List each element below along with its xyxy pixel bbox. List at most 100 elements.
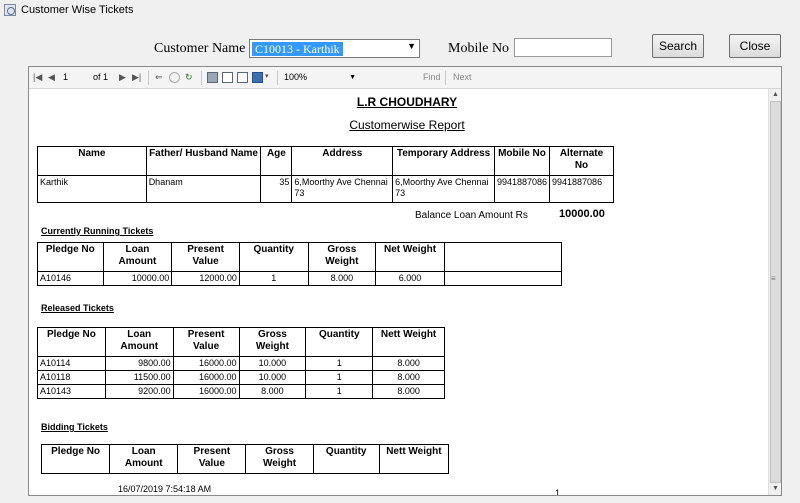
column-header: Nett Weight [378,444,450,474]
table-cell: 6,Moorthy Ave Chennai 73 [291,175,394,203]
table-cell: 8.000 [372,356,445,371]
chevron-down-icon[interactable]: ▼ [407,41,416,51]
mobile-label: Mobile No [448,41,510,56]
report-subtitle: Customerwise Report [349,118,465,132]
column-header: Net Weight [375,242,445,272]
table-row: A10143 9200.00 16000.00 8.000 1 8.000 [37,384,445,399]
last-page-icon[interactable]: ▶| [132,72,141,83]
table-cell: 1 [305,384,374,399]
refresh-icon[interactable]: ↻ [185,72,193,83]
column-header: Pledge No [40,444,111,474]
table-cell: 1 [305,370,374,385]
running-tickets-table: Pledge No Loan Amount Present Value Quan… [37,242,563,286]
table-row: Karthik Dhanam 35 6,Moorthy Ave Chennai … [37,175,614,203]
column-header: Father/ Husband Name [145,146,262,176]
page-setup-icon[interactable] [237,72,248,83]
scroll-down-icon[interactable]: ▼ [769,483,781,495]
table-cell: 16000.00 [172,384,240,399]
column-header: Mobile No [493,146,551,176]
column-header: Pledge No [37,327,106,357]
table-cell: 1 [238,271,309,286]
column-header: Name [37,146,147,176]
table-header-row: Name Father/ Husband Name Age Address Te… [37,146,614,176]
bidding-tickets-heading: Bidding Tickets [41,422,108,432]
table-cell: Dhanam [145,175,262,203]
search-button[interactable]: Search [652,34,704,58]
table-cell: 12000.00 [171,271,240,286]
column-header: Pledge No [37,242,104,272]
column-header: Gross Weight [238,327,307,357]
scroll-thumb[interactable] [770,101,781,483]
prev-page-icon[interactable]: ◀ [48,72,55,83]
column-header: Present Value [171,242,240,272]
print-layout-icon[interactable] [222,72,233,83]
window-titlebar: Customer Wise Tickets [0,0,800,20]
page-number-input[interactable]: 1 [63,71,85,84]
report-page: L.R CHOUDHARY Customerwise Report Name F… [29,89,767,495]
column-header: Loan Amount [109,444,179,474]
stop-icon[interactable] [169,72,180,83]
next-link[interactable]: Next [453,72,472,82]
report-toolbar: |◀ ◀ 1 of 1 ▶ ▶| ⇐ ↻ ▾ 100% ▼ Find Next [29,67,781,89]
table-cell: 8.000 [372,384,445,399]
report-viewer: |◀ ◀ 1 of 1 ▶ ▶| ⇐ ↻ ▾ 100% ▼ Find Next … [28,66,782,496]
export-icon[interactable] [252,72,263,83]
column-header [443,242,563,272]
column-header: Present Value [172,327,240,357]
back-icon[interactable]: ⇐ [155,72,163,83]
company-name: L.R CHOUDHARY [356,95,458,109]
close-button[interactable]: Close [729,34,781,58]
table-cell: 9800.00 [104,356,174,371]
table-cell: A10118 [37,370,106,385]
running-tickets-heading: Currently Running Tickets [41,226,154,236]
table-cell: A10146 [37,271,104,286]
column-header: Alternate No [549,146,614,176]
grip-icon: ≡ [771,274,776,283]
table-cell: 9941887086 [493,175,551,203]
table-row: A10118 11500.00 16000.00 10.000 1 8.000 [37,370,445,385]
first-page-icon[interactable]: |◀ [33,72,42,83]
table-cell: 11500.00 [104,370,174,385]
released-tickets-table: Pledge No Loan Amount Present Value Gros… [37,327,445,399]
find-link[interactable]: Find [423,72,441,82]
table-cell: 8.000 [238,384,307,399]
report-page-number: 1 [555,488,561,496]
table-cell: 10.000 [238,356,307,371]
mobile-input[interactable] [514,38,612,57]
table-cell: 10000.00 [102,271,173,286]
next-page-icon[interactable]: ▶ [119,72,126,83]
report-timestamp: 16/07/2019 7:54:18 AM [118,484,212,494]
table-cell: 8.000 [307,271,377,286]
zoom-select[interactable]: 100% ▼ [284,71,358,84]
table-cell: 6,Moorthy Ave Chennai 73 [392,175,495,203]
print-icon[interactable] [207,72,218,83]
table-cell: A10143 [37,384,106,399]
customer-select[interactable]: C10013 - Karthik ▼ [249,39,420,58]
customer-name-label: Customer Name [154,41,246,56]
column-header: Loan Amount [104,327,174,357]
customer-selected-value: C10013 - Karthik [252,42,343,56]
table-cell: 16000.00 [172,356,240,371]
vertical-scrollbar[interactable]: ▲ ≡ ▼ [768,89,781,495]
table-cell: 6.000 [375,271,445,286]
table-cell: 35 [260,175,293,203]
table-header-row: Pledge No Loan Amount Present Value Gros… [37,327,445,357]
table-row: A10146 10000.00 12000.00 1 8.000 6.000 [37,271,563,286]
released-tickets-heading: Released Tickets [41,303,114,313]
table-cell: 9200.00 [104,384,174,399]
table-header-row: Pledge No Loan Amount Present Value Quan… [37,242,563,272]
table-header-row: Pledge No Loan Amount Present Value Gros… [40,444,450,474]
column-header: Nett Weight [372,327,445,357]
column-header: Quantity [305,327,374,357]
table-cell: Karthik [37,175,147,203]
export-dropdown-icon[interactable]: ▾ [265,72,269,80]
column-header: Gross Weight [245,444,314,474]
chevron-down-icon[interactable]: ▼ [349,71,356,84]
table-cell: 1 [305,356,374,371]
column-header: Gross Weight [307,242,377,272]
bidding-tickets-table: Pledge No Loan Amount Present Value Gros… [40,444,450,474]
app-icon [4,4,16,16]
table-cell: 8.000 [372,370,445,385]
table-cell: 16000.00 [172,370,240,385]
table-row: A10114 9800.00 16000.00 10.000 1 8.000 [37,356,445,371]
